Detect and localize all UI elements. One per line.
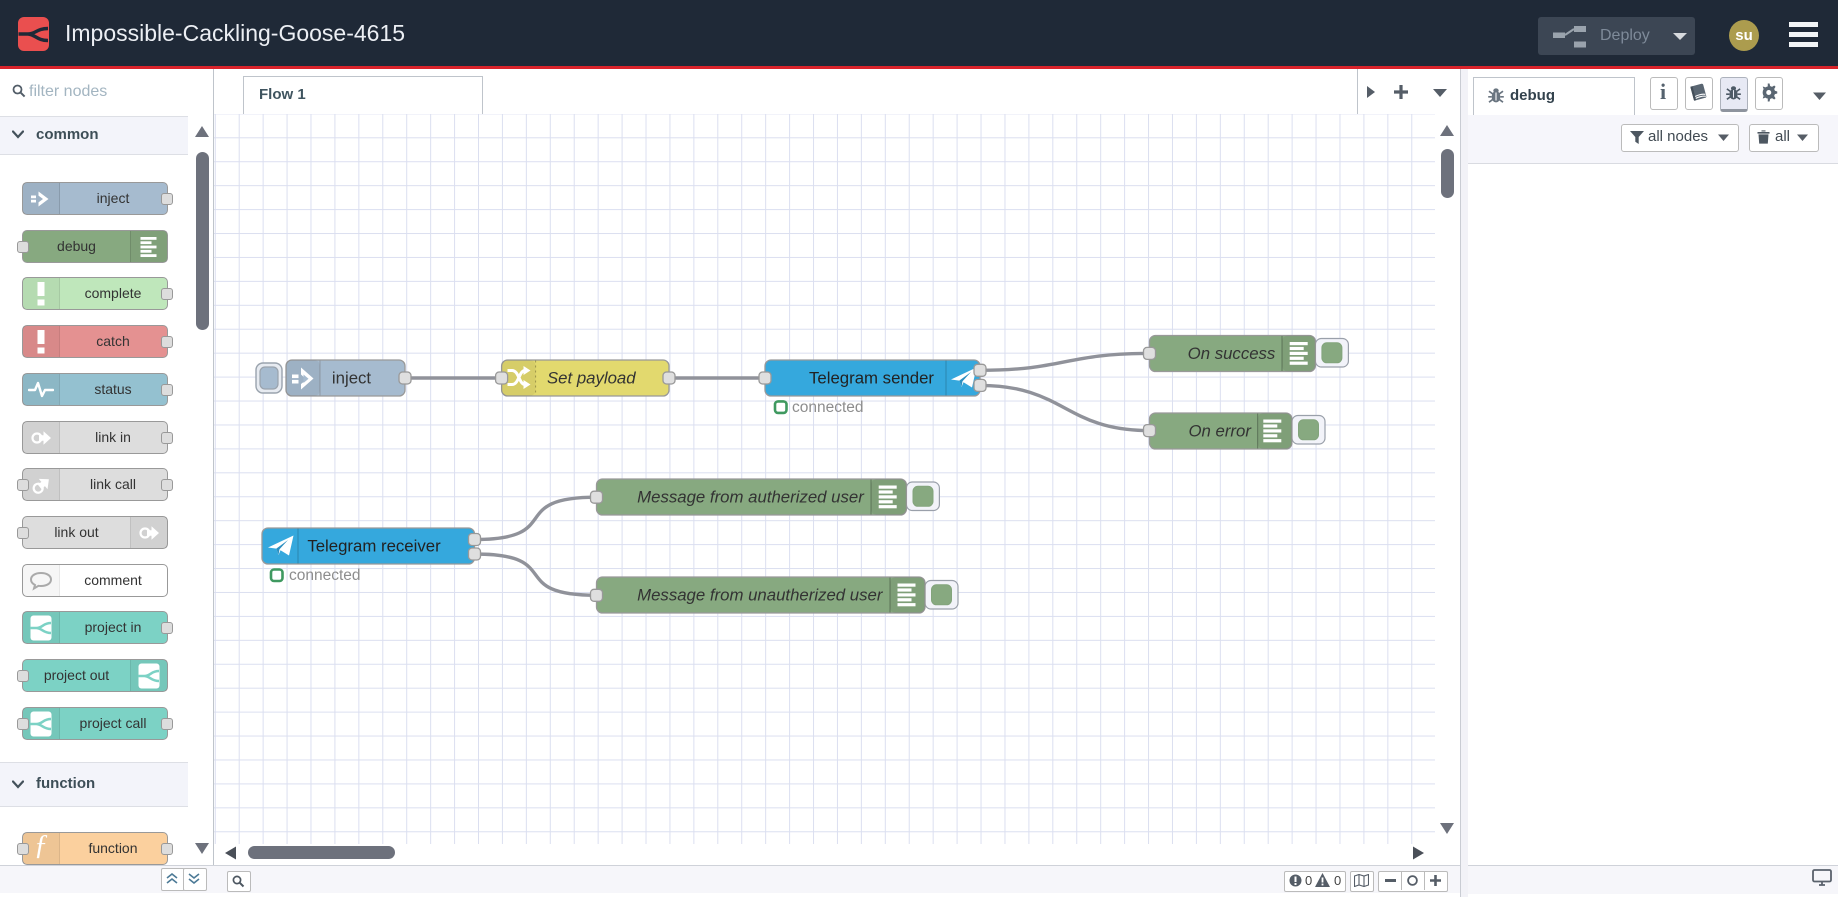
svg-text:On error: On error (1188, 422, 1252, 441)
svg-text:Telegram receiver: Telegram receiver (307, 537, 441, 556)
svg-text:connected: connected (792, 399, 864, 416)
svg-text:connected: connected (289, 567, 361, 584)
svg-text:inject: inject (332, 369, 372, 388)
svg-text:Telegram sender: Telegram sender (809, 369, 934, 388)
svg-text:Message from autherized user: Message from autherized user (637, 488, 865, 507)
svg-text:Message from unautherized user: Message from unautherized user (637, 586, 884, 605)
svg-text:On success: On success (1188, 344, 1276, 363)
svg-text:Set payload: Set payload (547, 369, 636, 388)
